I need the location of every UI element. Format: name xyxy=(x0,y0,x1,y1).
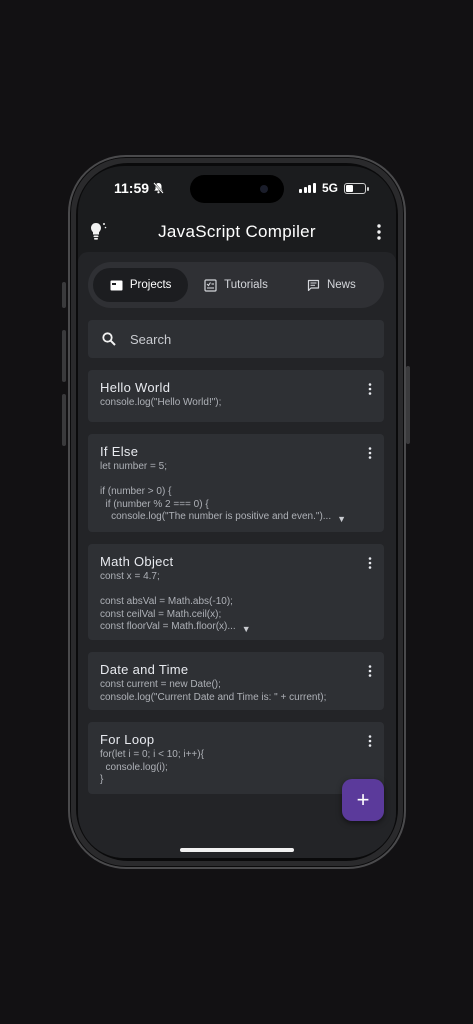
status-indicators: 5G xyxy=(299,181,369,195)
project-title: Date and Time xyxy=(100,662,189,677)
folder-icon xyxy=(110,280,123,290)
project-title: If Else xyxy=(100,444,139,459)
home-indicator[interactable] xyxy=(180,848,294,852)
more-vert-icon[interactable] xyxy=(368,556,372,570)
tab-projects-label: Projects xyxy=(129,279,172,291)
tab-projects[interactable]: Projects xyxy=(93,268,189,302)
project-title: Hello World xyxy=(100,380,171,395)
expand-arrow-icon[interactable]: ▼ xyxy=(242,624,251,634)
more-vert-icon[interactable] xyxy=(368,446,372,460)
status-bar: 11:59 5G xyxy=(78,166,396,210)
more-vert-icon[interactable] xyxy=(376,222,382,242)
tab-news-label: News xyxy=(326,279,356,291)
tab-tutorials[interactable]: Tutorials xyxy=(188,268,283,302)
battery-icon xyxy=(344,182,369,194)
project-code-preview: const x = 4.7; const absVal = Math.abs(-… xyxy=(100,571,236,633)
more-vert-icon[interactable] xyxy=(368,664,372,678)
network-label: 5G xyxy=(321,181,338,195)
project-card-for-loop[interactable]: For Loop for(let i = 0; i < 10; i++){ co… xyxy=(88,722,384,794)
message-icon xyxy=(307,279,320,291)
side-button-volume-up xyxy=(62,330,66,382)
signal-icon xyxy=(299,183,316,193)
expand-arrow-icon[interactable]: ▼ xyxy=(337,514,346,524)
bell-slash-icon xyxy=(153,182,164,194)
search-icon xyxy=(102,332,116,346)
side-button-power xyxy=(406,366,410,444)
more-vert-icon[interactable] xyxy=(368,734,372,748)
project-card-math-object[interactable]: Math Object const x = 4.7; const absVal … xyxy=(88,544,384,640)
project-code-preview: const current = new Date(); console.log(… xyxy=(100,679,327,703)
project-title: For Loop xyxy=(100,732,155,747)
add-project-button[interactable]: + xyxy=(342,779,384,821)
app-bar: JavaScript Compiler xyxy=(78,216,396,248)
project-code-preview: for(let i = 0; i < 10; i++){ console.log… xyxy=(100,749,204,786)
checklist-icon xyxy=(204,278,217,292)
search-placeholder: Search xyxy=(130,331,172,347)
lightbulb-icon[interactable] xyxy=(88,221,108,243)
main-content: Projects Tutorials News Search Hello Wor… xyxy=(78,252,396,858)
project-card-hello-world[interactable]: Hello World console.log("Hello World!"); xyxy=(88,370,384,422)
tab-news[interactable]: News xyxy=(284,268,379,302)
time-text: 11:59 xyxy=(114,180,150,196)
project-title: Math Object xyxy=(100,554,174,569)
side-button-mute xyxy=(62,282,66,308)
status-time: 11:59 xyxy=(114,180,164,196)
project-card-date-time[interactable]: Date and Time const current = new Date()… xyxy=(88,652,384,710)
tab-tutorials-label: Tutorials xyxy=(224,279,268,291)
project-card-if-else[interactable]: If Else let number = 5; if (number > 0) … xyxy=(88,434,384,532)
more-vert-icon[interactable] xyxy=(368,382,372,396)
search-input[interactable]: Search xyxy=(88,320,384,358)
project-code-preview: let number = 5; if (number > 0) { if (nu… xyxy=(100,461,332,523)
app-title: JavaScript Compiler xyxy=(158,222,316,241)
dynamic-island xyxy=(190,175,284,203)
project-code-preview: console.log("Hello World!"); xyxy=(100,397,222,408)
tab-bar: Projects Tutorials News xyxy=(88,262,384,308)
app-screen: 11:59 5G JavaScript Compiler Projects Tu… xyxy=(78,166,396,858)
side-button-volume-down xyxy=(62,394,66,446)
